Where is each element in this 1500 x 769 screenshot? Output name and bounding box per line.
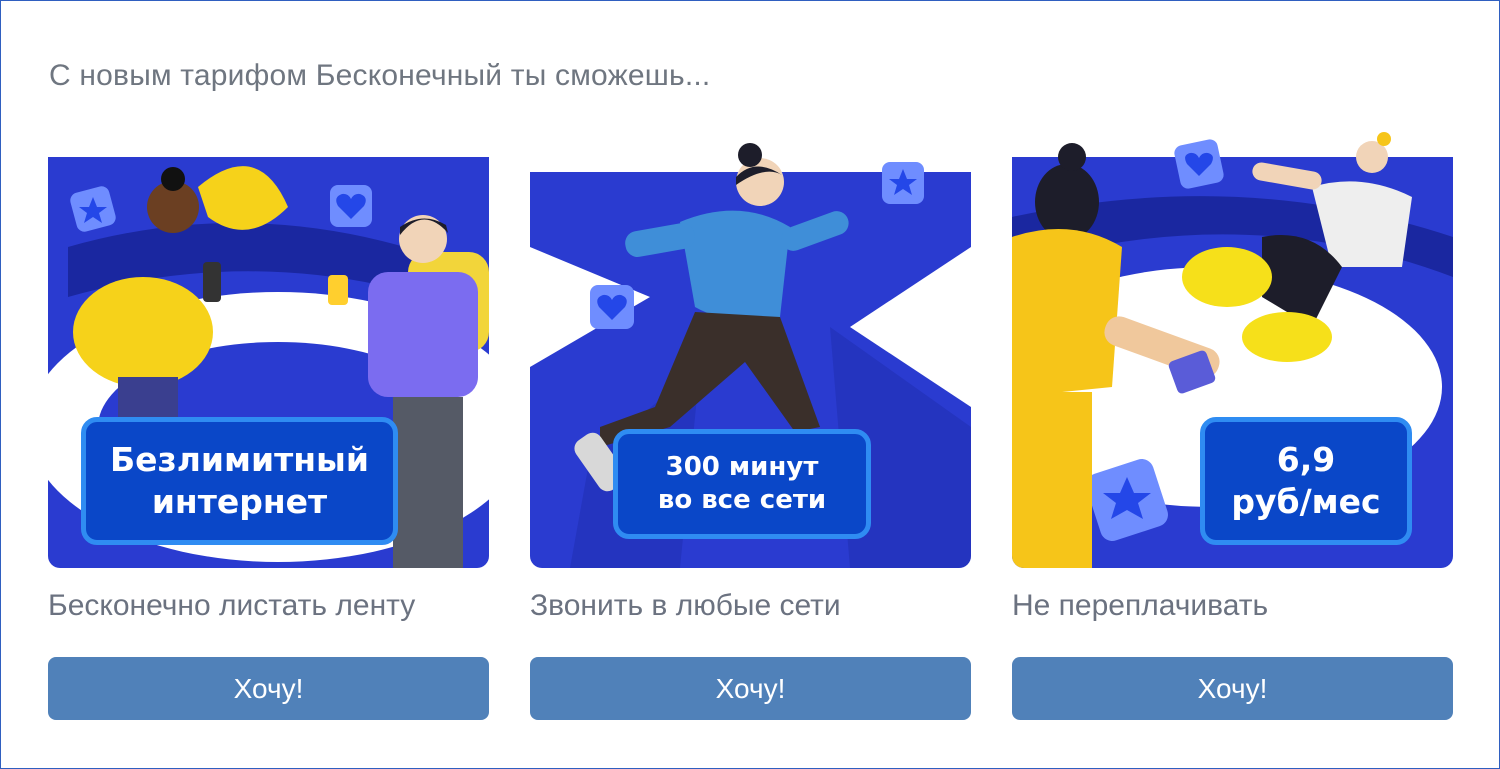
heart-icon: [1174, 139, 1224, 189]
illustration-internet: Безлимитный интернет: [48, 127, 489, 568]
badge-line-1: Безлимитный: [110, 440, 369, 479]
feature-badge-price: 6,9 руб/мес: [1200, 417, 1412, 545]
badge-line-1: 300 минут: [665, 452, 819, 482]
heart-icon: [330, 185, 372, 227]
star-icon: [882, 162, 924, 204]
illustration-price: 6,9 руб/мес: [1012, 127, 1453, 568]
offer-card-minutes: 300 минут во все сети Звонить в любые се…: [530, 127, 971, 720]
panel-heading: С новым тарифом Бесконечный ты сможешь..…: [49, 59, 711, 92]
card-caption: Звонить в любые сети: [530, 589, 841, 622]
want-button-price[interactable]: Хочу!: [1012, 657, 1453, 720]
badge-line-1: 6,9: [1276, 440, 1336, 479]
offer-card-price: 6,9 руб/мес Не переплачивать Хочу!: [1012, 127, 1453, 720]
card-caption: Не переплачивать: [1012, 589, 1269, 622]
want-button-internet[interactable]: Хочу!: [48, 657, 489, 720]
card-caption: Бесконечно листать ленту: [48, 589, 416, 622]
want-button-minutes[interactable]: Хочу!: [530, 657, 971, 720]
illustration-minutes: 300 минут во все сети: [530, 127, 971, 568]
badge-line-2: интернет: [151, 482, 328, 521]
offer-panel: С новым тарифом Бесконечный ты сможешь..…: [0, 0, 1500, 769]
offer-card-internet: Безлимитный интернет Бесконечно листать …: [48, 127, 489, 720]
heart-icon: [590, 285, 634, 329]
feature-badge-minutes: 300 минут во все сети: [613, 429, 871, 539]
feature-badge-internet: Безлимитный интернет: [81, 417, 398, 545]
badge-line-2: руб/мес: [1231, 482, 1381, 521]
badge-line-2: во все сети: [657, 485, 827, 515]
